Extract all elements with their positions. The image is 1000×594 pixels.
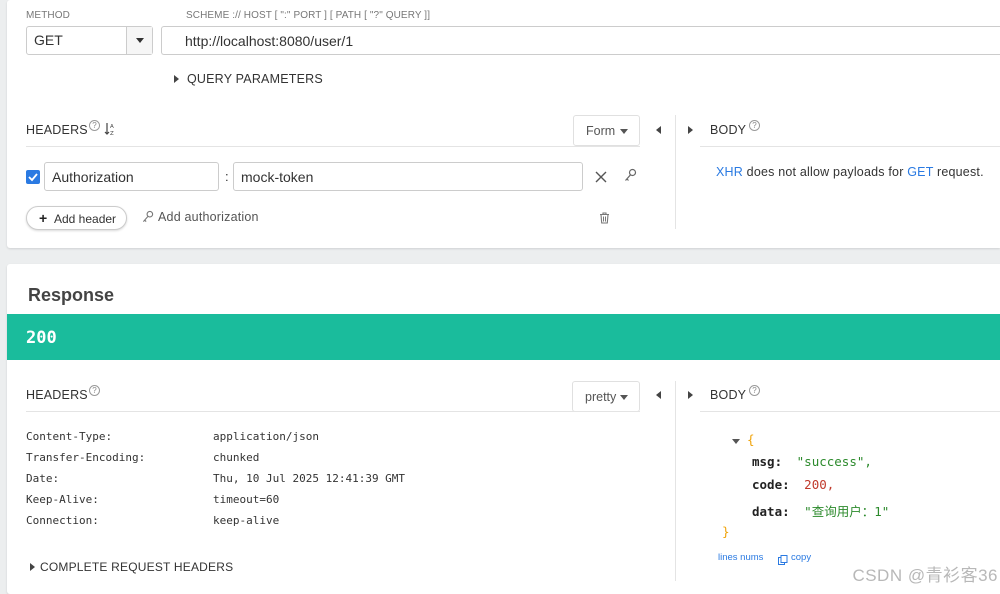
watermark: CSDN @青衫客36 xyxy=(852,566,998,585)
copy-button[interactable]: copy xyxy=(778,551,818,565)
method-label: METHOD xyxy=(26,10,70,21)
header-value-input[interactable]: mock-token xyxy=(233,162,583,191)
response-header-value: chunked xyxy=(213,451,260,464)
url-input[interactable]: http://localhost:8080/user/1 xyxy=(161,26,1000,55)
response-header-key: Date: xyxy=(26,472,60,485)
json-key: msg: xyxy=(752,454,783,469)
header-colon: : xyxy=(225,169,229,184)
headers-divider xyxy=(26,411,640,412)
header-key-value: Authorization xyxy=(52,169,134,185)
json-field: data: "查询用户：1" xyxy=(752,501,889,520)
json-value: "success", xyxy=(796,454,872,469)
request-headers-label: HEADERS xyxy=(26,123,88,137)
headers-mode-value: Form xyxy=(586,124,616,138)
lines-nums-link[interactable]: lines nums xyxy=(718,552,763,563)
json-key: code: xyxy=(752,477,790,492)
plus-icon: + xyxy=(39,210,48,226)
request-body-label: BODY xyxy=(710,123,747,137)
header-value-value: mock-token xyxy=(241,169,314,185)
add-authorization-button[interactable]: Add authorization xyxy=(142,209,272,227)
complete-request-headers-label: COMPLETE REQUEST HEADERS xyxy=(40,560,234,574)
add-header-label: Add header xyxy=(54,212,117,226)
json-close-brace: } xyxy=(722,524,730,539)
caret-right-icon[interactable] xyxy=(688,391,693,399)
method-dropdown-toggle[interactable] xyxy=(126,27,152,54)
response-mode-value: pretty xyxy=(585,390,617,404)
header-enabled-checkbox[interactable] xyxy=(26,170,40,184)
body-divider xyxy=(700,146,1000,147)
response-header-value: Thu, 10 Jul 2025 12:41:39 GMT xyxy=(213,472,406,485)
collapse-json-icon[interactable] xyxy=(732,439,740,444)
headers-divider xyxy=(26,146,640,147)
key-icon[interactable] xyxy=(624,168,637,187)
response-header-key: Keep-Alive: xyxy=(26,493,99,506)
caret-left-icon[interactable] xyxy=(656,391,661,399)
trash-icon[interactable] xyxy=(599,211,610,229)
help-icon[interactable]: ? xyxy=(749,385,760,396)
xhr-link[interactable]: XHR xyxy=(716,165,743,179)
response-header-key: Connection: xyxy=(26,514,99,527)
caret-right-icon[interactable] xyxy=(688,126,693,134)
json-field: code: 200, xyxy=(752,477,834,492)
body-method: GET xyxy=(907,165,934,179)
json-field: msg: "success", xyxy=(752,454,872,469)
request-panel: METHOD GET SCHEME :// HOST [ ":" PORT ] … xyxy=(7,0,1000,248)
help-icon[interactable]: ? xyxy=(749,120,760,131)
status-bar: 200 xyxy=(7,314,1000,360)
help-icon[interactable]: ? xyxy=(89,385,100,396)
json-value: 200, xyxy=(804,477,835,492)
body-divider xyxy=(700,411,1000,412)
caret-right-icon xyxy=(30,563,35,571)
body-message: XHR does not allow payloads for GET requ… xyxy=(716,165,984,179)
url-value: http://localhost:8080/user/1 xyxy=(185,33,354,49)
response-headers-label: HEADERS xyxy=(26,388,88,402)
response-mode-dropdown[interactable]: pretty xyxy=(572,381,640,412)
method-value: GET xyxy=(34,32,63,48)
chevron-down-icon xyxy=(136,38,144,43)
query-parameters-label: QUERY PARAMETERS xyxy=(187,72,323,86)
response-header-key: Transfer-Encoding: xyxy=(26,451,146,464)
svg-text:A: A xyxy=(110,124,114,130)
add-header-button[interactable]: + Add header xyxy=(26,206,127,230)
json-key: data: xyxy=(752,504,790,519)
copy-label: copy xyxy=(791,552,812,563)
status-code: 200 xyxy=(26,328,57,348)
check-icon xyxy=(28,173,38,182)
complete-request-headers-toggle[interactable]: COMPLETE REQUEST HEADERS xyxy=(29,559,239,575)
copy-icon xyxy=(778,552,788,570)
add-authorization-label: Add authorization xyxy=(158,210,259,224)
svg-text:Z: Z xyxy=(110,131,114,136)
caret-left-icon[interactable] xyxy=(656,126,661,134)
response-title: Response xyxy=(28,285,115,305)
headers-mode-dropdown[interactable]: Form xyxy=(573,115,640,146)
key-icon xyxy=(142,210,154,228)
response-header-value: timeout=60 xyxy=(213,493,280,506)
close-icon[interactable] xyxy=(595,170,607,188)
panel-divider xyxy=(675,115,676,229)
chevron-down-icon xyxy=(620,129,628,134)
response-header-key: Content-Type: xyxy=(26,430,113,443)
json-open-brace: { xyxy=(747,432,755,447)
response-header-value: application/json xyxy=(213,430,319,443)
sort-icon[interactable]: AZ xyxy=(104,122,117,141)
response-panel: Response 200 HEADERS ? pretty BODY ? Con… xyxy=(7,264,1000,594)
body-message-end: request. xyxy=(933,165,984,179)
chevron-down-icon xyxy=(620,395,628,400)
query-parameters-toggle[interactable]: QUERY PARAMETERS xyxy=(173,71,323,87)
help-icon[interactable]: ? xyxy=(89,120,100,131)
method-select[interactable]: GET xyxy=(26,26,153,55)
response-body-label: BODY xyxy=(710,388,747,402)
body-message-mid: does not allow payloads for xyxy=(743,165,908,179)
response-header-value: keep-alive xyxy=(213,514,280,527)
header-key-input[interactable]: Authorization xyxy=(44,162,219,191)
caret-right-icon xyxy=(174,75,179,83)
panel-divider xyxy=(675,381,676,581)
url-label: SCHEME :// HOST [ ":" PORT ] [ PATH [ "?… xyxy=(186,10,431,21)
json-value: "查询用户：1" xyxy=(804,504,890,519)
